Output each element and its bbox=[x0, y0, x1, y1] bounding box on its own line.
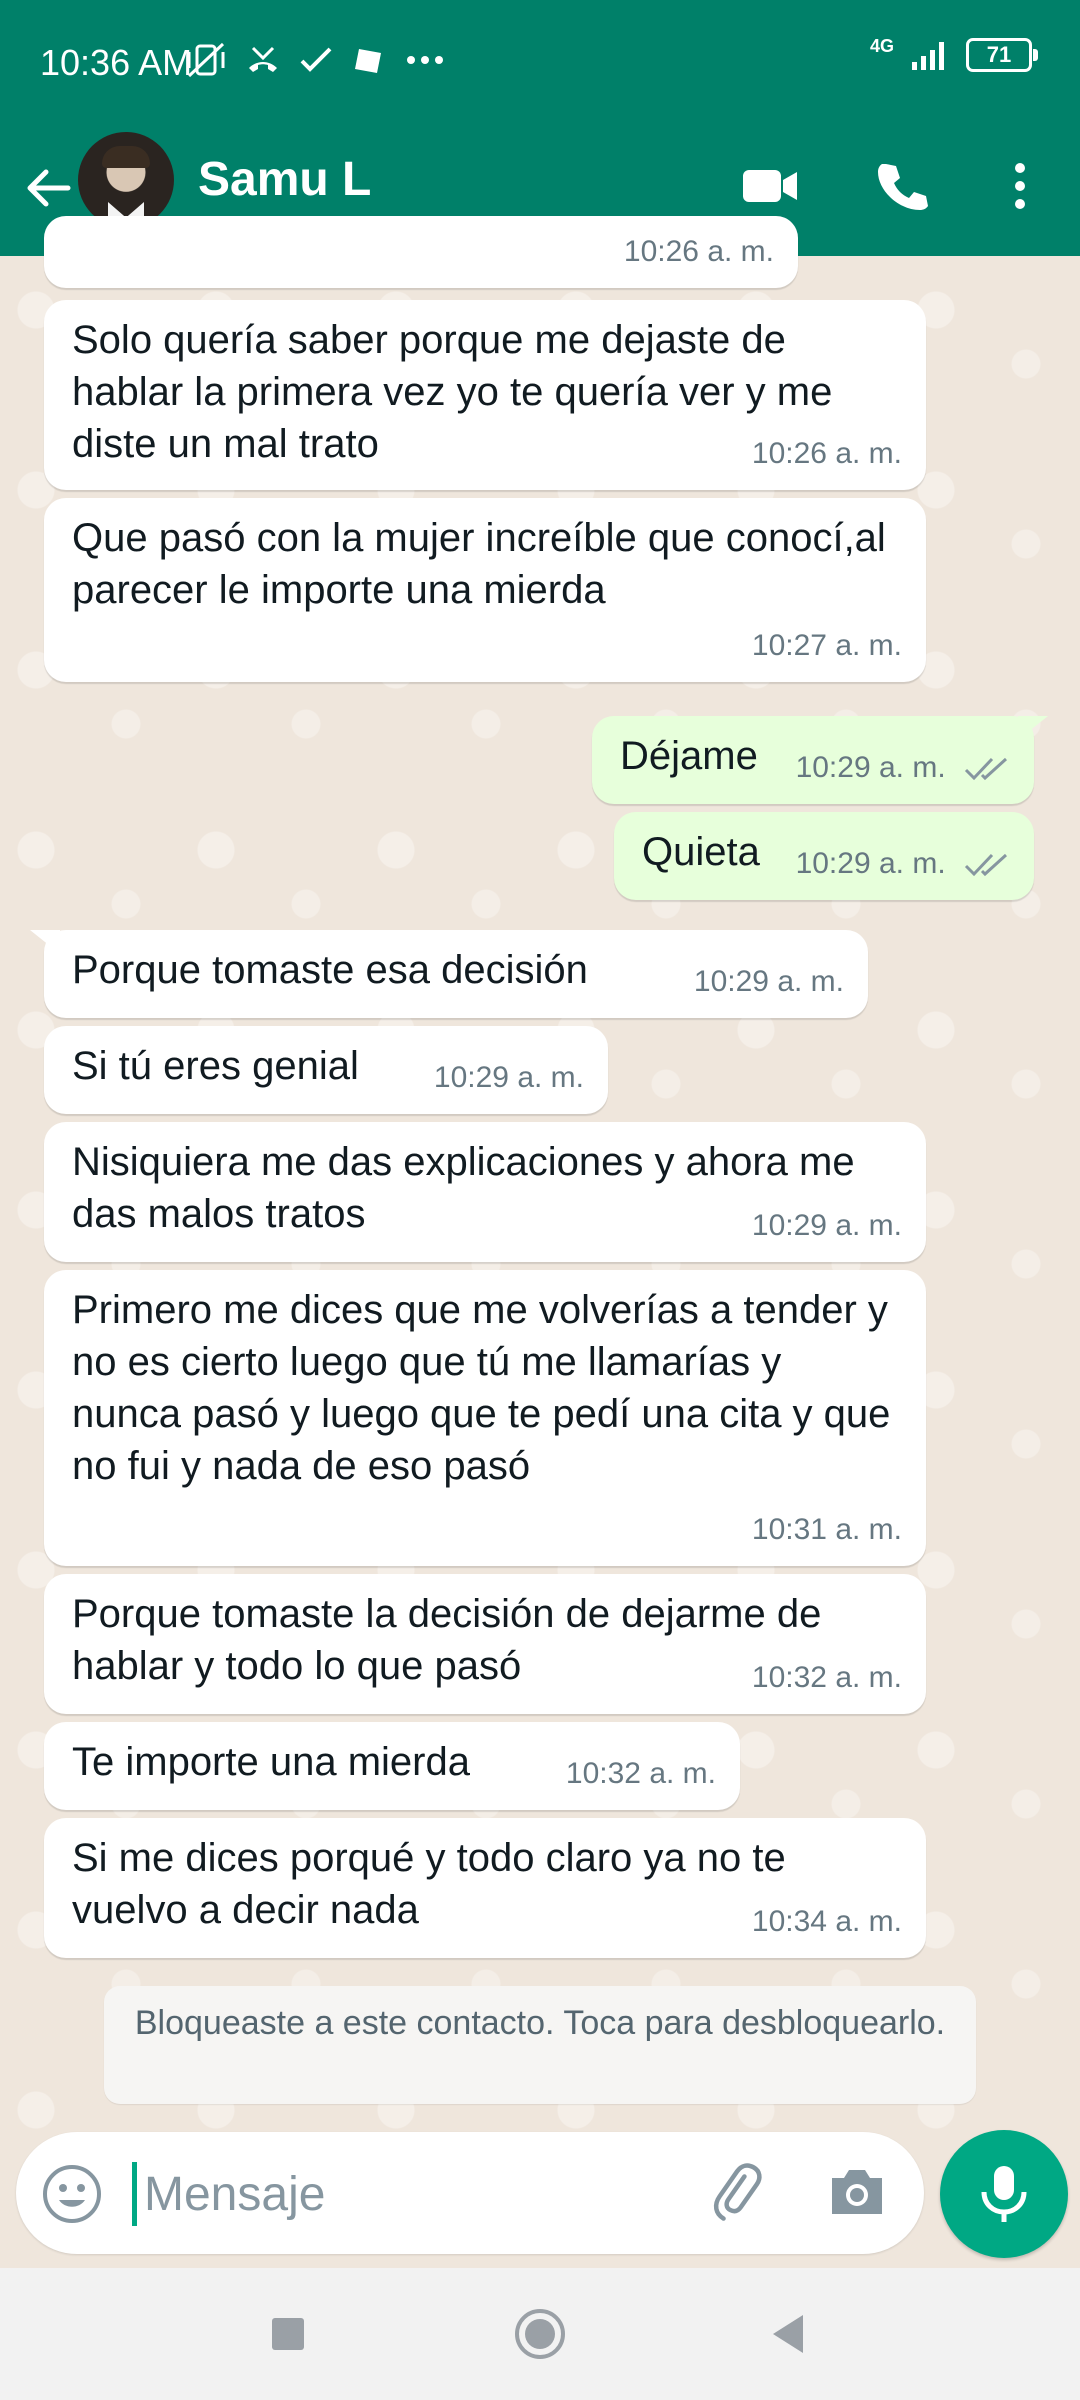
message-text: Que pasó con la mujer increíble que cono… bbox=[72, 516, 886, 612]
bubble-tail bbox=[30, 930, 60, 954]
message-bubble-incoming[interactable]: Nisiquiera me das explicaciones y ahora … bbox=[44, 1122, 926, 1262]
message-input[interactable] bbox=[142, 2158, 706, 2230]
message-time: 10:26 a. m. bbox=[751, 437, 902, 470]
voice-call-button[interactable] bbox=[866, 150, 938, 222]
vibrate-off-icon bbox=[187, 42, 225, 78]
back-triangle-icon bbox=[773, 2315, 803, 2353]
recents-icon bbox=[272, 2318, 304, 2350]
more-notifications-icon bbox=[407, 56, 443, 64]
camera-icon bbox=[832, 2170, 882, 2214]
message-meta: 10:29 a. m. bbox=[796, 838, 1010, 890]
video-call-icon bbox=[743, 170, 797, 202]
blocked-contact-notice[interactable]: Bloqueaste a este contacto. Toca para de… bbox=[104, 1986, 976, 2104]
back-nav-button[interactable] bbox=[752, 2298, 824, 2370]
message-bubble-incoming[interactable]: Si me dices porqué y todo claro ya no te… bbox=[44, 1818, 926, 1958]
battery-icon: 71 bbox=[966, 38, 1038, 72]
message-bubble-outgoing[interactable]: Quieta 10:29 a. m. bbox=[614, 812, 1034, 900]
emoji-icon bbox=[43, 2165, 101, 2223]
message-time: 10:31 a. m. bbox=[751, 1513, 902, 1546]
microphone-icon bbox=[981, 2166, 1027, 2222]
recents-button[interactable] bbox=[252, 2298, 324, 2370]
message-bubble-incoming[interactable]: Te importe una mierda 10:32 a. m. bbox=[44, 1722, 740, 1810]
status-bar: 10:36 AM 4G 71 bbox=[0, 0, 1080, 128]
contact-name[interactable]: Samu L bbox=[198, 152, 371, 207]
status-notification-icons bbox=[185, 40, 445, 80]
status-system-icons: 4G 71 bbox=[869, 35, 1038, 72]
video-call-button[interactable] bbox=[734, 150, 806, 222]
network-type: 4G bbox=[869, 35, 894, 56]
message-time: 10:27 a. m. bbox=[751, 629, 902, 662]
system-navigation-bar bbox=[0, 2268, 1080, 2400]
message-text: Primero me dices que me volverías a tend… bbox=[72, 1288, 891, 1488]
avatar[interactable] bbox=[78, 132, 174, 228]
message-bubble-outgoing[interactable]: Déjame 10:29 a. m. bbox=[592, 716, 1048, 804]
paperclip-icon bbox=[713, 2163, 762, 2221]
message-time: 10:26 a. m. bbox=[623, 235, 774, 268]
check-notification-icon bbox=[300, 47, 332, 72]
phone-icon bbox=[878, 164, 928, 210]
message-bubble-incoming[interactable]: Que pasó con la mujer increíble que cono… bbox=[44, 498, 926, 682]
message-bubble-incoming[interactable]: 10:26 a. m. bbox=[44, 216, 798, 288]
chat-area[interactable]: 10:26 a. m. Solo quería saber porque me … bbox=[0, 216, 1080, 2268]
message-time: 10:29 a. m. bbox=[751, 1209, 902, 1242]
avatar-hair bbox=[102, 146, 150, 168]
camera-button[interactable] bbox=[824, 2160, 890, 2226]
app-notification-icon bbox=[355, 49, 381, 73]
message-time: 10:29 a. m. bbox=[795, 847, 946, 880]
message-time: 10:34 a. m. bbox=[751, 1905, 902, 1938]
signal-icon bbox=[912, 42, 944, 70]
back-arrow-icon bbox=[27, 169, 71, 207]
voice-message-button[interactable] bbox=[940, 2130, 1068, 2258]
emoji-button[interactable] bbox=[40, 2162, 104, 2226]
message-time: 10:29 a. m. bbox=[693, 965, 844, 998]
bubble-tail bbox=[1018, 716, 1048, 740]
message-time: 10:29 a. m. bbox=[433, 1061, 584, 1094]
message-bubble-incoming[interactable]: Solo quería saber porque me dejaste de h… bbox=[44, 300, 926, 490]
more-options-icon bbox=[1015, 163, 1025, 209]
read-ticks-icon bbox=[964, 757, 1008, 781]
text-cursor bbox=[132, 2162, 137, 2226]
message-bubble-incoming[interactable]: Primero me dices que me volverías a tend… bbox=[44, 1270, 926, 1566]
read-ticks-icon bbox=[964, 853, 1008, 877]
message-bubble-incoming[interactable]: Porque tomaste esa decisión 10:29 a. m. bbox=[30, 930, 868, 1018]
message-time: 10:32 a. m. bbox=[565, 1757, 716, 1790]
message-composer bbox=[16, 2132, 924, 2254]
status-time: 10:36 AM bbox=[40, 42, 193, 83]
message-meta: 10:29 a. m. bbox=[796, 742, 1010, 794]
more-options-button[interactable] bbox=[984, 150, 1056, 222]
home-button[interactable] bbox=[504, 2298, 576, 2370]
missed-call-icon bbox=[249, 46, 277, 72]
message-time: 10:32 a. m. bbox=[751, 1661, 902, 1694]
back-button[interactable] bbox=[18, 158, 78, 218]
message-bubble-incoming[interactable]: Porque tomaste la decisión de dejarme de… bbox=[44, 1574, 926, 1714]
message-bubble-incoming[interactable]: Si tú eres genial 10:29 a. m. bbox=[44, 1026, 608, 1114]
attach-button[interactable] bbox=[704, 2160, 770, 2226]
home-icon bbox=[515, 2309, 565, 2359]
message-time: 10:29 a. m. bbox=[795, 751, 946, 784]
